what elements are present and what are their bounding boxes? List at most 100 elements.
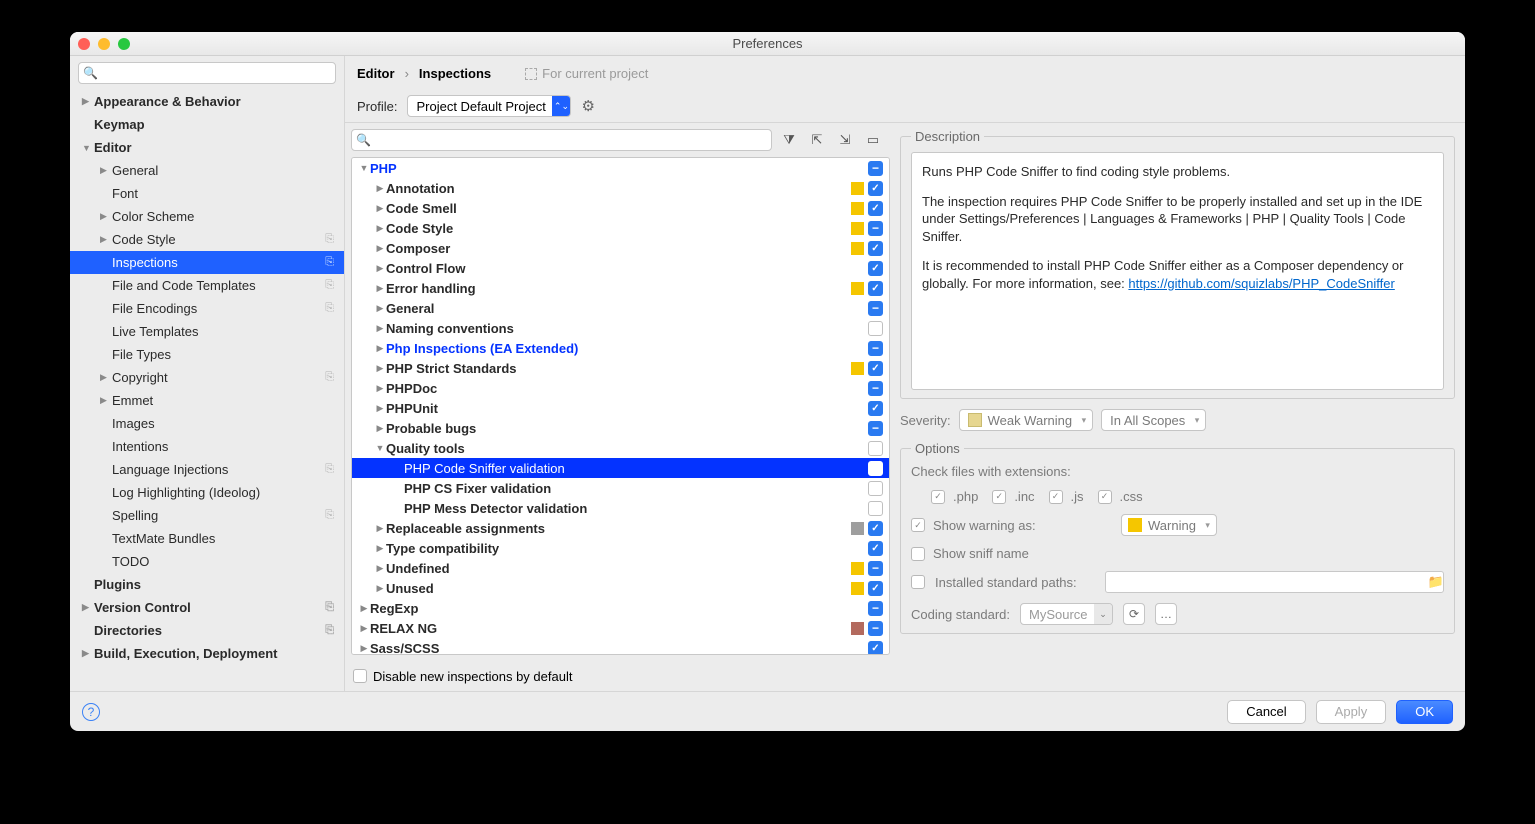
warning-level-select[interactable]: Warning [1121, 514, 1217, 536]
sidebar-item[interactable]: Log Highlighting (Ideolog) [70, 481, 344, 504]
extension-checkbox[interactable] [992, 490, 1006, 504]
inspection-checkbox[interactable] [868, 221, 883, 236]
sidebar-item[interactable]: ▶Emmet [70, 389, 344, 412]
inspection-row[interactable]: ▶PHPUnit [352, 398, 889, 418]
sidebar-item[interactable]: Live Templates [70, 320, 344, 343]
sidebar-item[interactable]: ▶Color Scheme [70, 205, 344, 228]
inspection-checkbox[interactable] [868, 401, 883, 416]
inspection-row[interactable]: ▶RegExp [352, 598, 889, 618]
inspection-search[interactable]: 🔍 [351, 129, 772, 151]
profile-select[interactable]: Project Default Project ⌃⌄ [407, 95, 571, 117]
inspection-tree[interactable]: ▼PHP▶Annotation▶Code Smell▶Code Style▶Co… [351, 157, 890, 655]
inspection-row[interactable]: ▶Control Flow [352, 258, 889, 278]
inspection-checkbox[interactable] [868, 261, 883, 276]
inspection-row[interactable]: PHP CS Fixer validation [352, 478, 889, 498]
folder-icon[interactable]: 📁 [1428, 574, 1444, 590]
inspection-row[interactable]: ▶Sass/SCSS [352, 638, 889, 655]
inspection-checkbox[interactable] [868, 241, 883, 256]
inspection-row[interactable]: ▶Replaceable assignments [352, 518, 889, 538]
inspection-row[interactable]: PHP Mess Detector validation [352, 498, 889, 518]
inspection-row[interactable]: ▶General [352, 298, 889, 318]
inspection-row[interactable]: ▶Unused [352, 578, 889, 598]
inspection-row[interactable]: ▶Error handling [352, 278, 889, 298]
inspection-row[interactable]: ▶Naming conventions [352, 318, 889, 338]
sidebar-item[interactable]: ▶General [70, 159, 344, 182]
sidebar-item[interactable]: TextMate Bundles [70, 527, 344, 550]
inspection-row[interactable]: ▼PHP [352, 158, 889, 178]
inspection-checkbox[interactable] [868, 541, 883, 556]
scope-select[interactable]: In All Scopes [1101, 409, 1206, 431]
inspection-checkbox[interactable] [868, 461, 883, 476]
sidebar-item[interactable]: ▶Version Control⎘ [70, 596, 344, 619]
help-icon[interactable]: ? [82, 703, 100, 721]
apply-button[interactable]: Apply [1316, 700, 1387, 724]
inspection-checkbox[interactable] [868, 181, 883, 196]
sidebar-item[interactable]: Keymap [70, 113, 344, 136]
inspection-checkbox[interactable] [868, 561, 883, 576]
inspection-row[interactable]: PHP Code Sniffer validation [352, 458, 889, 478]
show-warning-as-checkbox[interactable] [911, 518, 925, 532]
doc-link[interactable]: https://github.com/squizlabs/PHP_CodeSni… [1128, 276, 1394, 291]
gear-icon[interactable]: ⚙ [581, 97, 594, 115]
inspection-row[interactable]: ▶Probable bugs [352, 418, 889, 438]
ok-button[interactable]: OK [1396, 700, 1453, 724]
settings-tree[interactable]: ▶Appearance & BehaviorKeymap▼Editor▶Gene… [70, 90, 344, 691]
inspection-checkbox[interactable] [868, 321, 883, 336]
refresh-icon[interactable]: ⟳ [1123, 603, 1145, 625]
installed-paths-checkbox[interactable] [911, 575, 925, 589]
inspection-row[interactable]: ▶Composer [352, 238, 889, 258]
sidebar-item[interactable]: ▶Appearance & Behavior [70, 90, 344, 113]
inspection-checkbox[interactable] [868, 641, 883, 656]
inspection-row[interactable]: ▶Code Style [352, 218, 889, 238]
inspection-checkbox[interactable] [868, 281, 883, 296]
expand-all-icon[interactable]: ⇱ [806, 129, 828, 151]
inspection-checkbox[interactable] [868, 481, 883, 496]
sidebar-item[interactable]: File Encodings⎘ [70, 297, 344, 320]
sidebar-item[interactable]: File and Code Templates⎘ [70, 274, 344, 297]
disable-new-checkbox[interactable] [353, 669, 367, 683]
sidebar-item[interactable]: ▼Editor [70, 136, 344, 159]
inspection-checkbox[interactable] [868, 441, 883, 456]
inspection-checkbox[interactable] [868, 601, 883, 616]
inspection-row[interactable]: ▶Php Inspections (EA Extended) [352, 338, 889, 358]
inspection-checkbox[interactable] [868, 381, 883, 396]
sidebar-item[interactable]: Language Injections⎘ [70, 458, 344, 481]
sidebar-search-input[interactable] [78, 62, 336, 84]
sidebar-item[interactable]: Intentions [70, 435, 344, 458]
sidebar-item[interactable]: File Types [70, 343, 344, 366]
inspection-row[interactable]: ▶Annotation [352, 178, 889, 198]
sidebar-item[interactable]: Inspections⎘ [70, 251, 344, 274]
sidebar-item[interactable]: Font [70, 182, 344, 205]
collapse-all-icon[interactable]: ⇲ [834, 129, 856, 151]
inspection-row[interactable]: ▶Type compatibility [352, 538, 889, 558]
extension-checkbox[interactable] [1098, 490, 1112, 504]
inspection-checkbox[interactable] [868, 581, 883, 596]
inspection-checkbox[interactable] [868, 201, 883, 216]
sidebar-item[interactable]: ▶Build, Execution, Deployment [70, 642, 344, 665]
inspection-checkbox[interactable] [868, 361, 883, 376]
inspection-checkbox[interactable] [868, 621, 883, 636]
sidebar-item[interactable]: ▶Copyright⎘ [70, 366, 344, 389]
sidebar-item[interactable]: TODO [70, 550, 344, 573]
sidebar-item[interactable]: Spelling⎘ [70, 504, 344, 527]
extension-checkbox[interactable] [1049, 490, 1063, 504]
inspection-row[interactable]: ▶PHPDoc [352, 378, 889, 398]
sidebar-item[interactable]: ▶Code Style⎘ [70, 228, 344, 251]
sidebar-item[interactable]: Directories⎘ [70, 619, 344, 642]
inspection-checkbox[interactable] [868, 341, 883, 356]
cancel-button[interactable]: Cancel [1227, 700, 1305, 724]
inspection-row[interactable]: ▶Code Smell [352, 198, 889, 218]
inspection-row[interactable]: ▶Undefined [352, 558, 889, 578]
sidebar-search[interactable]: 🔍 [78, 62, 336, 84]
filter-icon[interactable]: ⧩ [778, 129, 800, 151]
show-sniff-checkbox[interactable] [911, 547, 925, 561]
more-icon[interactable]: … [1155, 603, 1177, 625]
inspection-checkbox[interactable] [868, 501, 883, 516]
inspection-checkbox[interactable] [868, 301, 883, 316]
inspection-row[interactable]: ▶PHP Strict Standards [352, 358, 889, 378]
inspection-row[interactable]: ▼Quality tools [352, 438, 889, 458]
reset-icon[interactable]: ▭ [862, 129, 884, 151]
extension-checkbox[interactable] [931, 490, 945, 504]
inspection-checkbox[interactable] [868, 521, 883, 536]
coding-standard-select[interactable]: MySource ⌄ [1020, 603, 1113, 625]
